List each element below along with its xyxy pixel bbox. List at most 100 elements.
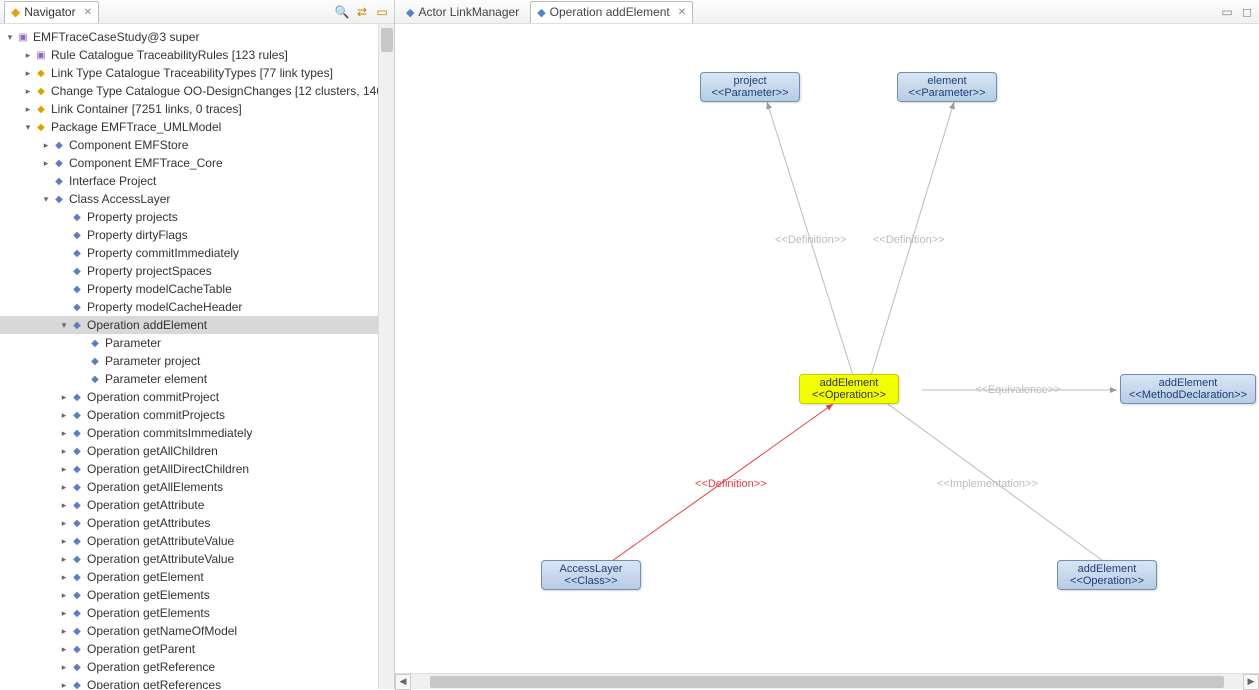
- diamond-icon: ◆: [34, 68, 48, 79]
- twisty-icon[interactable]: ▸: [58, 464, 70, 475]
- twisty-icon[interactable]: ▾: [58, 320, 70, 331]
- tree-item[interactable]: ▸◆Link Type Catalogue TraceabilityTypes …: [0, 64, 394, 82]
- twisty-icon[interactable]: ▸: [22, 86, 34, 97]
- tree-item[interactable]: ▸◆Operation getAttributes: [0, 514, 394, 532]
- tree-item[interactable]: ▸◆Link Container [7251 links, 0 traces]: [0, 100, 394, 118]
- package-icon: ▣: [34, 50, 48, 61]
- close-icon[interactable]: ✕: [84, 7, 92, 18]
- tree-item[interactable]: ▸◆Operation getElements: [0, 586, 394, 604]
- tree-item-label: Operation getReference: [87, 660, 215, 674]
- close-icon[interactable]: ✕: [678, 7, 686, 18]
- twisty-icon[interactable]: ▸: [40, 140, 52, 151]
- diamond-icon: ◆: [70, 464, 84, 475]
- twisty-icon[interactable]: ▸: [58, 662, 70, 673]
- tree-item[interactable]: ▸◆Parameter: [0, 334, 394, 352]
- navigator-tree[interactable]: ▾ ▣ EMFTraceCaseStudy@3 super ▸▣Rule Cat…: [0, 24, 394, 689]
- twisty-icon[interactable]: ▸: [58, 626, 70, 637]
- scrollbar-thumb[interactable]: [381, 28, 393, 52]
- diagram-canvas[interactable]: project <<Parameter>> element <<Paramete…: [395, 24, 1259, 673]
- twisty-icon[interactable]: ▸: [58, 392, 70, 403]
- tree-item[interactable]: ▸◆Property projectSpaces: [0, 262, 394, 280]
- tree-item[interactable]: ▸▣Rule Catalogue TraceabilityRules [123 …: [0, 46, 394, 64]
- twisty-icon[interactable]: ▸: [58, 518, 70, 529]
- node-title: element: [906, 75, 988, 87]
- tab-operation-addelement[interactable]: ◆ Operation addElement ✕: [530, 1, 693, 23]
- twisty-icon[interactable]: ▸: [58, 680, 70, 690]
- tree-item[interactable]: ▸◆Operation getReference: [0, 658, 394, 676]
- diamond-icon: ◆: [70, 482, 84, 493]
- twisty-icon[interactable]: ▸: [22, 50, 34, 61]
- tree-item[interactable]: ▸◆Operation commitsImmediately: [0, 424, 394, 442]
- tree-item[interactable]: ▾◆Operation addElement: [0, 316, 394, 334]
- node-addelement-operation-bottom[interactable]: addElement <<Operation>>: [1057, 560, 1157, 590]
- tree-item[interactable]: ▸◆Operation getReferences: [0, 676, 394, 689]
- node-addelement-methoddeclaration[interactable]: addElement <<MethodDeclaration>>: [1120, 374, 1256, 404]
- tree-item[interactable]: ▸◆Property dirtyFlags: [0, 226, 394, 244]
- edge-label-definition: <<Definition>>: [775, 234, 847, 246]
- tree-item-label: Operation getAttributeValue: [87, 534, 234, 548]
- search-icon[interactable]: 🔍: [334, 4, 350, 20]
- link-editor-icon[interactable]: ⇄: [354, 4, 370, 20]
- tree-item[interactable]: ▸◆Operation commitProject: [0, 388, 394, 406]
- twisty-icon[interactable]: ▸: [58, 644, 70, 655]
- twisty-icon[interactable]: ▸: [58, 482, 70, 493]
- scroll-left-button[interactable]: ◀: [395, 674, 411, 690]
- edge-label-definition: <<Definition>>: [695, 478, 767, 490]
- tree-item[interactable]: ▸◆Operation getAllElements: [0, 478, 394, 496]
- scrollbar-thumb[interactable]: [430, 676, 1225, 688]
- twisty-icon[interactable]: ▸: [22, 104, 34, 115]
- twisty-icon[interactable]: ▾: [40, 194, 52, 205]
- twisty-icon[interactable]: ▸: [58, 608, 70, 619]
- node-accesslayer-class[interactable]: AccessLayer <<Class>>: [541, 560, 641, 590]
- tree-item[interactable]: ▸◆Operation getElements: [0, 604, 394, 622]
- tree-item[interactable]: ▸◆Property modelCacheTable: [0, 280, 394, 298]
- twisty-icon[interactable]: ▾: [22, 122, 34, 133]
- minimize-icon[interactable]: ▭: [1219, 4, 1235, 20]
- tree-item[interactable]: ▾◆Class AccessLayer: [0, 190, 394, 208]
- tree-item[interactable]: ▸◆Change Type Catalogue OO-DesignChanges…: [0, 82, 394, 100]
- twisty-icon[interactable]: ▸: [58, 536, 70, 547]
- twisty-icon[interactable]: ▸: [58, 590, 70, 601]
- tree-item[interactable]: ▸◆Operation getAllChildren: [0, 442, 394, 460]
- tree-item[interactable]: ▾◆Package EMFTrace_UMLModel: [0, 118, 394, 136]
- tree-item[interactable]: ▸◆Operation getElement: [0, 568, 394, 586]
- twisty-icon[interactable]: ▸: [58, 554, 70, 565]
- scroll-track[interactable]: [413, 675, 1241, 689]
- tree-scrollbar[interactable]: [378, 24, 394, 689]
- edge-label-equivalence: <<Equivalence>>: [975, 384, 1061, 396]
- twisty-icon[interactable]: ▸: [58, 500, 70, 511]
- tree-item[interactable]: ▸◆Property commitImmediately: [0, 244, 394, 262]
- twisty-icon[interactable]: ▸: [58, 572, 70, 583]
- horizontal-scrollbar[interactable]: ◀ ▶: [395, 673, 1259, 689]
- scroll-right-button[interactable]: ▶: [1243, 674, 1259, 690]
- tree-item[interactable]: ▸◆Parameter element: [0, 370, 394, 388]
- twisty-icon[interactable]: ▸: [58, 428, 70, 439]
- node-addelement-operation-center[interactable]: addElement <<Operation>>: [799, 374, 899, 404]
- twisty-icon[interactable]: ▸: [40, 158, 52, 169]
- tree-item[interactable]: ▸◆Property modelCacheHeader: [0, 298, 394, 316]
- twisty-icon[interactable]: ▸: [58, 446, 70, 457]
- minimize-icon[interactable]: ▭: [374, 4, 390, 20]
- tree-item[interactable]: ▸◆Operation getParent: [0, 640, 394, 658]
- tree-item[interactable]: ▸◆Operation getAttributeValue: [0, 532, 394, 550]
- twisty-icon[interactable]: ▸: [58, 410, 70, 421]
- tree-item[interactable]: ▸◆Parameter project: [0, 352, 394, 370]
- tree-item-label: Property dirtyFlags: [87, 228, 188, 242]
- tree-item[interactable]: ▸◆Component EMFTrace_Core: [0, 154, 394, 172]
- navigator-tab[interactable]: ◆ Navigator ✕: [4, 1, 99, 23]
- node-element-parameter[interactable]: element <<Parameter>>: [897, 72, 997, 102]
- node-project-parameter[interactable]: project <<Parameter>>: [700, 72, 800, 102]
- tree-item[interactable]: ▸◆Interface Project: [0, 172, 394, 190]
- twisty-icon[interactable]: ▸: [22, 68, 34, 79]
- tree-root[interactable]: ▾ ▣ EMFTraceCaseStudy@3 super: [0, 28, 394, 46]
- tree-item[interactable]: ▸◆Operation commitProjects: [0, 406, 394, 424]
- tree-item[interactable]: ▸◆Operation getNameOfModel: [0, 622, 394, 640]
- tree-item[interactable]: ▸◆Component EMFStore: [0, 136, 394, 154]
- maximize-icon[interactable]: ◻: [1239, 4, 1255, 20]
- tree-item[interactable]: ▸◆Operation getAllDirectChildren: [0, 460, 394, 478]
- tree-item[interactable]: ▸◆Operation getAttributeValue: [0, 550, 394, 568]
- tab-actor-linkmanager[interactable]: ◆ Actor LinkManager: [399, 1, 526, 23]
- tree-item[interactable]: ▸◆Property projects: [0, 208, 394, 226]
- twisty-icon[interactable]: ▾: [4, 32, 16, 43]
- tree-item[interactable]: ▸◆Operation getAttribute: [0, 496, 394, 514]
